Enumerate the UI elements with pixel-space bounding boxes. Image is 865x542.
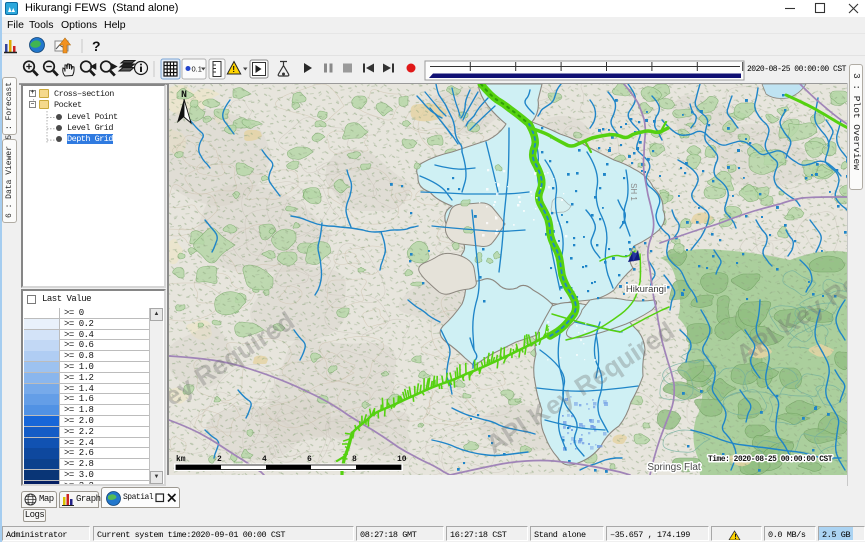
svg-text:6: 6	[307, 455, 312, 464]
svg-text:4: 4	[262, 455, 267, 464]
svg-text:?: ?	[92, 38, 101, 54]
svg-text:0.1: 0.1	[192, 65, 202, 74]
svg-text:!: !	[733, 534, 737, 541]
svg-text:Hikurangi: Hikurangi	[626, 284, 666, 295]
svg-text:Springs Flat: Springs Flat	[647, 462, 701, 473]
svg-text:2: 2	[217, 455, 222, 464]
svg-text:8: 8	[352, 455, 357, 464]
svg-text:10: 10	[397, 455, 407, 464]
svg-text:km: km	[176, 455, 186, 464]
svg-text:!: !	[232, 64, 235, 74]
svg-text:Time: 2020-08-25 00:00:00 CST: Time: 2020-08-25 00:00:00 CST	[708, 456, 833, 464]
svg-text:SH 1: SH 1	[629, 183, 638, 201]
